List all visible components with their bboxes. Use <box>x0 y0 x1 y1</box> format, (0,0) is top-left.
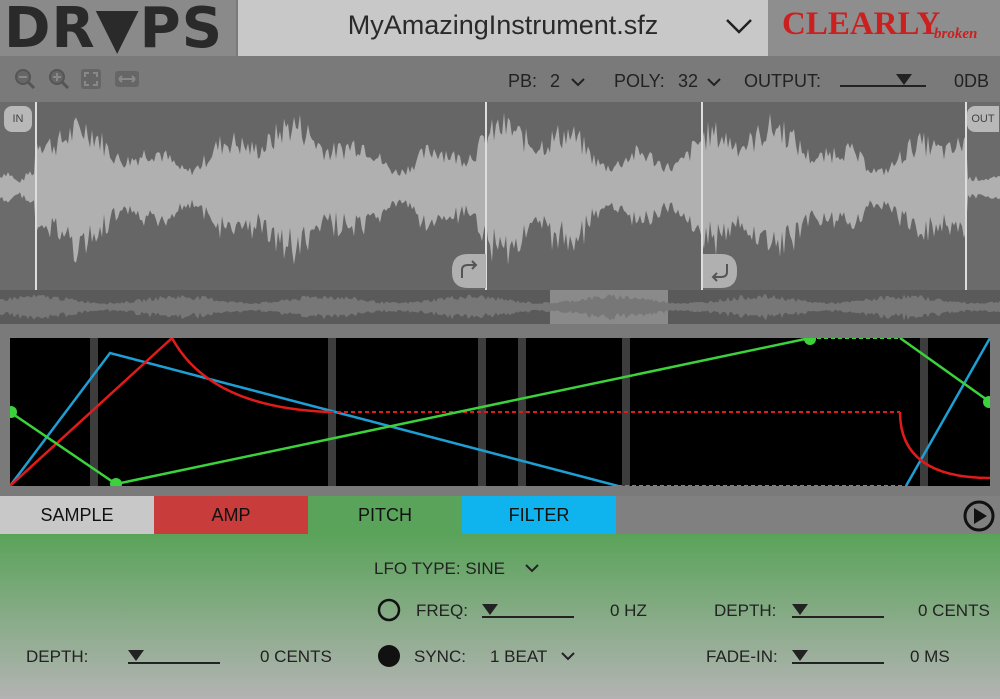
lfo-type-select[interactable]: LFO TYPE: SINE <box>374 559 505 579</box>
next-arrow-icon[interactable] <box>962 499 996 533</box>
brand-subtitle: broken <box>934 26 978 42</box>
instrument-file-name: MyAmazingInstrument.sfz <box>347 10 659 40</box>
envelope-editor[interactable] <box>0 324 1000 496</box>
toolbar: PB: 2 POLY: 32 OUTPUT: 0DB <box>0 56 1000 102</box>
sync-mode-radio[interactable] <box>377 644 401 668</box>
chevron-down-icon <box>726 19 752 34</box>
freq-mode-radio[interactable] <box>377 598 401 622</box>
logo: DR▼PS <box>0 0 236 61</box>
logo-text: DR▼PS <box>4 0 224 61</box>
tab-filter[interactable]: FILTER <box>462 496 616 534</box>
envelope-depth-label: DEPTH: <box>26 647 89 666</box>
polyphony-value[interactable]: 32 <box>678 71 698 92</box>
brand-logo: CLEARLY broken <box>768 0 1000 56</box>
overview-waveform <box>0 294 1000 321</box>
envelope-tabs: SAMPLE AMP PITCH FILTER <box>0 496 1000 534</box>
fade-in-slider[interactable] <box>792 646 886 666</box>
instrument-file-select[interactable]: MyAmazingInstrument.sfz <box>238 0 768 56</box>
pitch-bend-value[interactable]: 2 <box>550 71 560 92</box>
envelope-depth-value: 0 CENTS <box>260 647 332 666</box>
envelope-graph[interactable] <box>10 338 990 486</box>
lfo-depth-value: 0 CENTS <box>918 601 990 620</box>
out-marker-label[interactable]: OUT <box>967 106 999 132</box>
lfo-depth-label: DEPTH: <box>714 601 777 620</box>
output-value: 0DB <box>954 71 990 91</box>
freq-value: 0 HZ <box>610 601 647 620</box>
sync-label: SYNC: <box>414 647 466 666</box>
envelope-depth-slider[interactable] <box>128 646 222 666</box>
pitch-bend-label: PB: <box>508 71 538 91</box>
waveform-overview[interactable] <box>0 290 1000 324</box>
output-label: OUTPUT: <box>744 71 822 91</box>
zoom-fit-icon[interactable] <box>80 68 102 90</box>
freq-slider[interactable] <box>482 600 576 620</box>
chevron-down-icon[interactable] <box>706 76 722 88</box>
tab-sample[interactable]: SAMPLE <box>0 496 154 534</box>
chevron-down-icon[interactable] <box>524 562 540 574</box>
lfo-depth-slider[interactable] <box>792 600 886 620</box>
waveform <box>0 102 1000 290</box>
chevron-down-icon[interactable] <box>570 76 586 88</box>
polyphony-label: POLY: <box>614 71 665 91</box>
freq-label: FREQ: <box>416 601 468 620</box>
tab-amp[interactable]: AMP <box>154 496 308 534</box>
brand-name: CLEARLY <box>782 6 941 42</box>
zoom-width-icon[interactable] <box>114 68 140 90</box>
zoom-in-icon[interactable] <box>48 68 70 90</box>
fade-in-value: 0 MS <box>910 647 950 666</box>
tab-pitch[interactable]: PITCH <box>308 496 462 534</box>
output-slider[interactable] <box>840 70 926 90</box>
in-marker-label[interactable]: IN <box>4 106 32 132</box>
waveform-view[interactable]: IN OUT <box>0 102 1000 290</box>
zoom-out-icon[interactable] <box>14 68 36 90</box>
lfo-panel: LFO TYPE: SINE FREQ: 0 HZ SYNC: 1 BEAT D… <box>0 534 1000 699</box>
loop-start-handle[interactable] <box>452 254 486 288</box>
fade-in-label: FADE-IN: <box>706 647 778 666</box>
chevron-down-icon[interactable] <box>560 650 576 662</box>
sync-value[interactable]: 1 BEAT <box>490 647 547 667</box>
loop-end-handle[interactable] <box>703 254 737 288</box>
